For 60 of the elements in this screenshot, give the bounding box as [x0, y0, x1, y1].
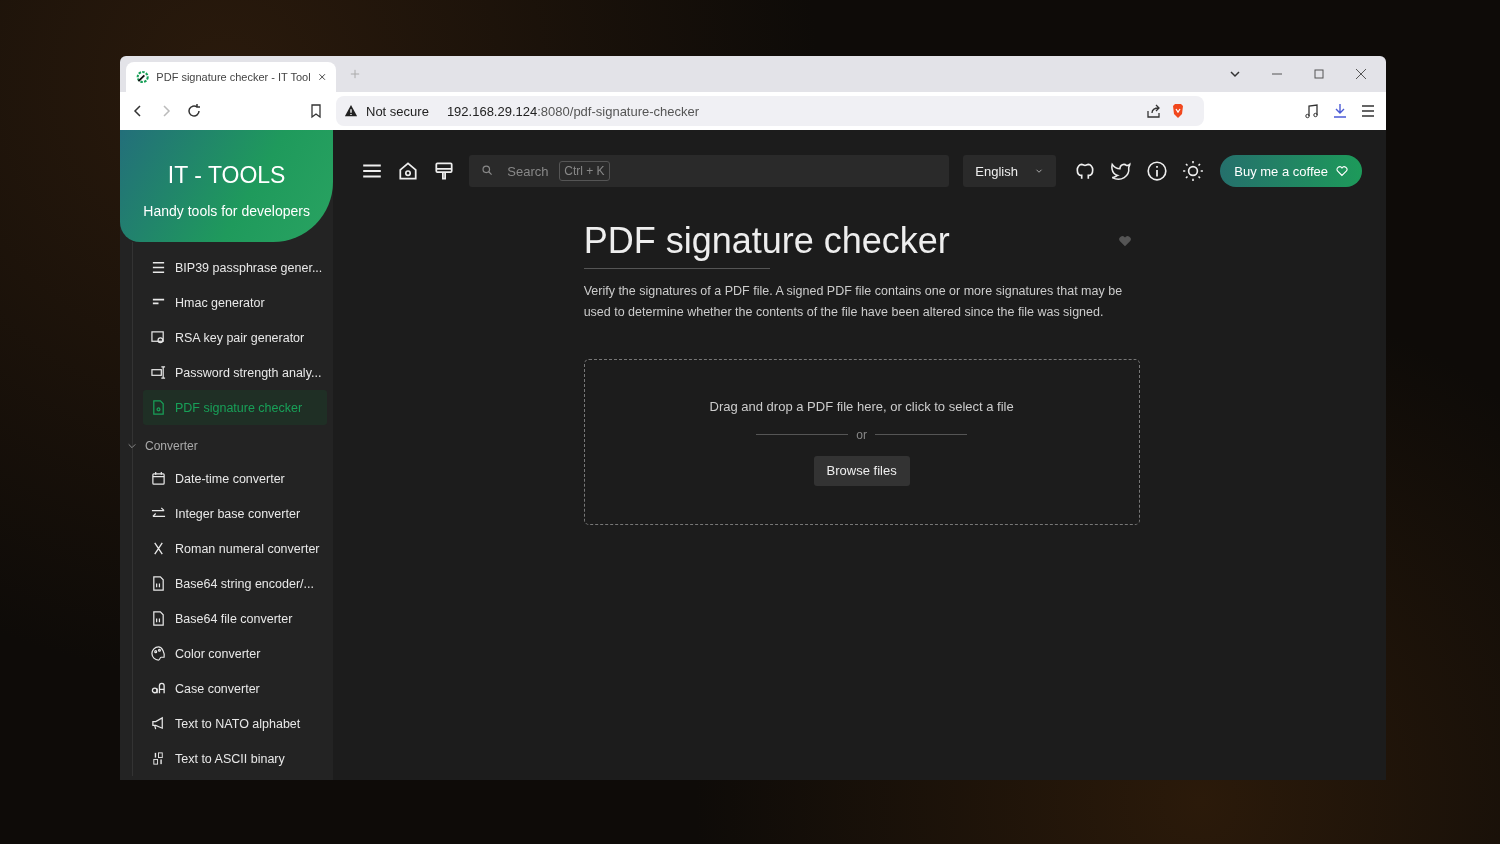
sidebar-item[interactable]: Text to ASCII binary: [143, 741, 328, 776]
address-bar[interactable]: Not secure 192.168.29.124:8080/pdf-signature-checker: [336, 96, 1204, 126]
sidebar-item[interactable]: Color converter: [143, 636, 328, 671]
sidebar-item[interactable]: Roman numeral converter: [143, 531, 328, 566]
tab-title: PDF signature checker - IT Tool: [156, 71, 311, 83]
buy-coffee-button[interactable]: Buy me a coffee: [1220, 155, 1362, 187]
document-icon: [151, 576, 166, 591]
palette-icon: [151, 646, 166, 661]
sidebar-item[interactable]: Base64 string encoder/...: [143, 566, 328, 601]
search-icon: [481, 164, 495, 177]
share-icon[interactable]: [1146, 103, 1162, 119]
language-select[interactable]: English: [963, 155, 1057, 187]
sidebar-item[interactable]: Password strength analy...: [143, 355, 328, 390]
reload-icon[interactable]: [186, 103, 202, 119]
bookmark-icon[interactable]: [308, 103, 324, 119]
app-subtitle: Handy tools for developers: [143, 202, 310, 219]
close-icon[interactable]: [317, 72, 326, 82]
tool-description: Verify the signatures of a PDF file. A signed PDF file contains one or more signatures that may be used to determine whether the contents of the file have been altered since the file was signed.: [583, 283, 1124, 321]
browser-tab[interactable]: PDF signature checker - IT Tool: [126, 62, 336, 92]
sidebar-item[interactable]: Integer base converter: [143, 496, 328, 531]
drop-instructions: Drag and drop a PDF file here, or click to select a file: [709, 398, 1014, 414]
browse-files-button[interactable]: Browse files: [813, 455, 910, 486]
menu-group-header[interactable]: Converter: [127, 431, 328, 461]
sidebar-item[interactable]: Date-time converter: [143, 461, 328, 496]
sidebar-item[interactable]: Text to NATO alphabet: [143, 706, 328, 741]
warning-icon: [344, 104, 358, 118]
home-icon[interactable]: [397, 160, 420, 182]
app-title: IT - TOOLS: [167, 160, 286, 189]
file-drop-zone[interactable]: Drag and drop a PDF file here, or click to select a file or Browse files: [583, 359, 1140, 525]
sun-icon[interactable]: [1182, 160, 1205, 182]
shortcut-key: Ctrl + K: [559, 161, 610, 181]
binary-icon: [151, 751, 166, 766]
x-icon: [151, 541, 166, 556]
sidebar-item[interactable]: RSA key pair generator: [143, 320, 328, 355]
calendar-icon: [151, 471, 166, 486]
info-icon[interactable]: [1146, 160, 1169, 182]
download-icon[interactable]: [1332, 103, 1348, 119]
tool-title: PDF signature checker: [583, 220, 950, 262]
twitter-icon[interactable]: [1110, 160, 1133, 182]
paint-brush-icon[interactable]: [433, 160, 456, 182]
heart-icon: [1336, 165, 1348, 177]
sidebar-item[interactable]: Case converter: [143, 671, 328, 706]
close-icon[interactable]: [1355, 68, 1367, 80]
music-note-icon[interactable]: [1304, 103, 1320, 119]
sidebar-item[interactable]: Base64 file converter: [143, 601, 328, 636]
chevron-down-icon[interactable]: [1229, 68, 1241, 80]
document-icon: [151, 611, 166, 626]
document-icon: [151, 400, 166, 415]
sidebar-item[interactable]: BIP39 passphrase gener...: [143, 250, 328, 285]
list-icon: [151, 260, 166, 275]
security-label[interactable]: Not secure: [366, 103, 429, 119]
separator-text: or: [856, 427, 867, 442]
sidebar-item[interactable]: Hmac generator: [143, 285, 328, 320]
wrench-gear-icon: [136, 69, 150, 85]
letters-case-icon: [151, 681, 166, 696]
chevron-icon: [127, 441, 137, 451]
megaphone-icon: [151, 716, 166, 731]
maximize-icon[interactable]: [1313, 68, 1325, 80]
url-text: 192.168.29.124:8080/pdf-signature-checker: [446, 103, 700, 119]
sidebar-item[interactable]: PDF signature checker: [143, 390, 328, 425]
